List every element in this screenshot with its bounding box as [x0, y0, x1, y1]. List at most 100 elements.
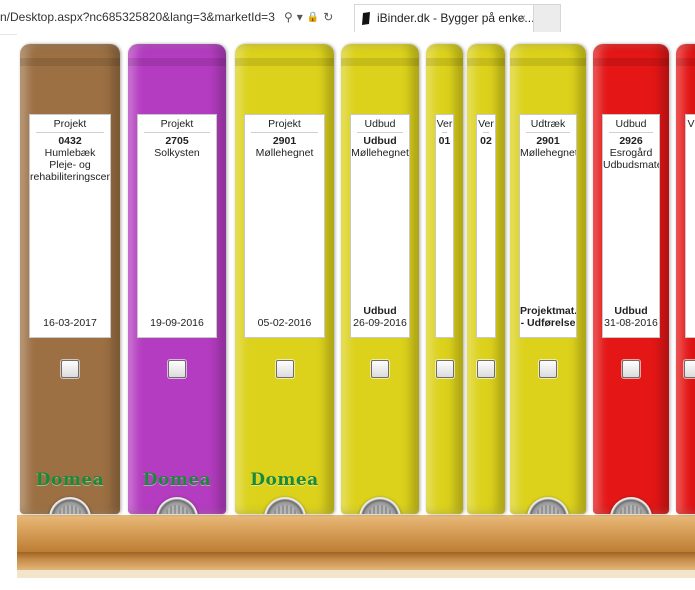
binder-number: 2901: [536, 135, 560, 147]
binder-date: 19-09-2016: [150, 317, 204, 329]
binder[interactable]: V: [676, 44, 695, 514]
label-divider: [442, 132, 447, 133]
binder-top-band: [341, 58, 419, 66]
address-bar-text: n/Desktop.aspx?nc685325820&lang=3&market…: [0, 10, 275, 24]
search-icon[interactable]: ⚲: [284, 10, 293, 24]
binder-finger-hole[interactable]: [527, 497, 569, 514]
label-divider: [483, 132, 489, 133]
label-divider: [251, 132, 318, 133]
binder[interactable]: Projekt 2901 Møllehegnet 05-02-2016 Domea: [235, 44, 334, 514]
binder-select-checkbox[interactable]: [168, 360, 186, 378]
binder-select-checkbox[interactable]: [539, 360, 557, 378]
binder-number: Udbud: [363, 135, 397, 147]
binder-number: 02: [480, 135, 492, 147]
binder-type: Ver: [436, 118, 453, 130]
binder-select-checkbox[interactable]: [622, 360, 640, 378]
shelf-edge: [17, 552, 695, 570]
binder-number: 2705: [165, 135, 189, 147]
binder-spine-label: Ver 02: [476, 114, 496, 338]
binder-select-checkbox[interactable]: [371, 360, 389, 378]
binder-finger-hole[interactable]: [156, 497, 198, 514]
dropdown-icon[interactable]: ▾: [297, 10, 303, 24]
label-divider: [144, 132, 210, 133]
binder-type: V: [687, 118, 695, 130]
domea-logo: Domea: [35, 470, 105, 490]
binder-top-band: [676, 58, 695, 66]
binder-spine-label: Udbud Udbud Møllehegnet Udbud 26-09-2016: [350, 114, 410, 338]
binder-date: 26-09-2016: [353, 317, 407, 329]
binder-title: Møllehegnet: [255, 147, 314, 159]
binder-subtitle: Udbud: [614, 305, 648, 317]
lock-icon[interactable]: 🔒: [307, 12, 319, 23]
binder-finger-hole[interactable]: [359, 497, 401, 514]
binder[interactable]: Udtræk 2901 Møllehegnet Projektmat... - Udfø…: [510, 44, 586, 514]
label-divider: [357, 132, 403, 133]
binder-spine-label: Projekt 0432 Humlebæk Pleje- og rehabilite…: [29, 114, 111, 338]
tab-close-icon[interactable]: ×: [519, 5, 526, 32]
shelf: [17, 515, 695, 555]
binder-title: Møllehegnet: [520, 147, 577, 159]
binder-type: Ver: [478, 118, 494, 130]
binder-date: - Udførelse: [520, 317, 576, 329]
binder-top-band: [128, 58, 226, 66]
binder[interactable]: Ver 01: [426, 44, 463, 514]
domea-logo: Domea: [142, 470, 212, 490]
binder[interactable]: Udbud2926Esrogård UdbudsmaterialeUdbud31…: [593, 44, 669, 514]
binder-type: Projekt: [160, 118, 194, 130]
binder-select-checkbox[interactable]: [61, 360, 79, 378]
binder-title: Møllehegnet: [351, 147, 409, 159]
binder-number: 2926: [619, 135, 643, 147]
browser-tab[interactable]: iBinder.dk - Bygger på enke... ×: [354, 4, 534, 32]
binder[interactable]: Udbud Udbud Møllehegnet Udbud 26-09-2016: [341, 44, 419, 514]
domea-logo: Domea: [250, 470, 319, 490]
binder-type: Udtræk: [530, 118, 566, 130]
binder-spine-label: Udbud2926Esrogård UdbudsmaterialeUdbud31…: [602, 114, 660, 338]
binder-top-band: [467, 58, 505, 66]
binder-number: 01: [438, 135, 451, 147]
binder-select-checkbox[interactable]: [436, 360, 454, 378]
binder-date: 05-02-2016: [257, 317, 312, 329]
binder-top-band: [426, 58, 463, 66]
binder-date: 31-08-2016: [604, 317, 658, 329]
binder-type: Udbud: [364, 118, 396, 130]
binder[interactable]: Ver 02: [467, 44, 505, 514]
binder-title: Solkysten: [154, 147, 200, 159]
binder-type: Projekt: [53, 118, 87, 130]
binder-subtitle: Projektmat...: [520, 305, 577, 317]
browser-chrome: n/Desktop.aspx?nc685325820&lang=3&market…: [0, 0, 695, 35]
binder-select-checkbox[interactable]: [477, 360, 495, 378]
binder-number: 0432: [58, 135, 82, 147]
binder-top-band: [510, 58, 586, 66]
binder-type: Projekt: [268, 118, 301, 130]
binder-select-checkbox[interactable]: [684, 360, 695, 378]
binder-spine-label: Projekt 2901 Møllehegnet 05-02-2016: [244, 114, 325, 338]
binder-finger-hole[interactable]: [264, 497, 306, 514]
binder-title: Esrogård Udbudsmateriale: [603, 147, 659, 171]
binder-spine-label: Projekt 2705 Solkysten 19-09-2016: [137, 114, 217, 338]
ibinder-favicon-icon: [362, 12, 370, 25]
label-divider: [609, 132, 653, 133]
label-divider: [36, 132, 104, 133]
binder-top-band: [20, 58, 120, 66]
binder-date: 16-03-2017: [43, 317, 97, 329]
binder-subtitle: Udbud: [363, 305, 397, 317]
binder-spine-label: Ver 01: [435, 114, 454, 338]
binder[interactable]: Projekt 0432 Humlebæk Pleje- og rehabilite…: [20, 44, 120, 514]
new-tab-button[interactable]: [533, 4, 561, 32]
address-bar-icons: ⚲ ▾ 🔒 ↻: [284, 6, 333, 28]
binder-spine-label: Udtræk 2901 Møllehegnet Projektmat... - Udfø…: [519, 114, 577, 338]
binder-finger-hole[interactable]: [49, 497, 91, 514]
binder-type: Udbud: [615, 118, 647, 130]
shelf-floor: [17, 570, 695, 578]
binder-top-band: [593, 58, 669, 66]
binder[interactable]: Projekt 2705 Solkysten 19-09-2016 Domea: [128, 44, 226, 514]
label-divider: [526, 132, 570, 133]
binder-title: Humlebæk Pleje- og rehabiliteringscenter: [30, 147, 111, 183]
binder-finger-hole[interactable]: [610, 497, 652, 514]
binder-spine-label: V: [685, 114, 695, 338]
binder-number: 2901: [272, 135, 297, 147]
refresh-icon[interactable]: ↻: [323, 10, 333, 24]
binder-top-band: [235, 58, 334, 66]
binder-select-checkbox[interactable]: [276, 360, 294, 378]
tab-title: iBinder.dk - Bygger på enke...: [377, 11, 534, 25]
